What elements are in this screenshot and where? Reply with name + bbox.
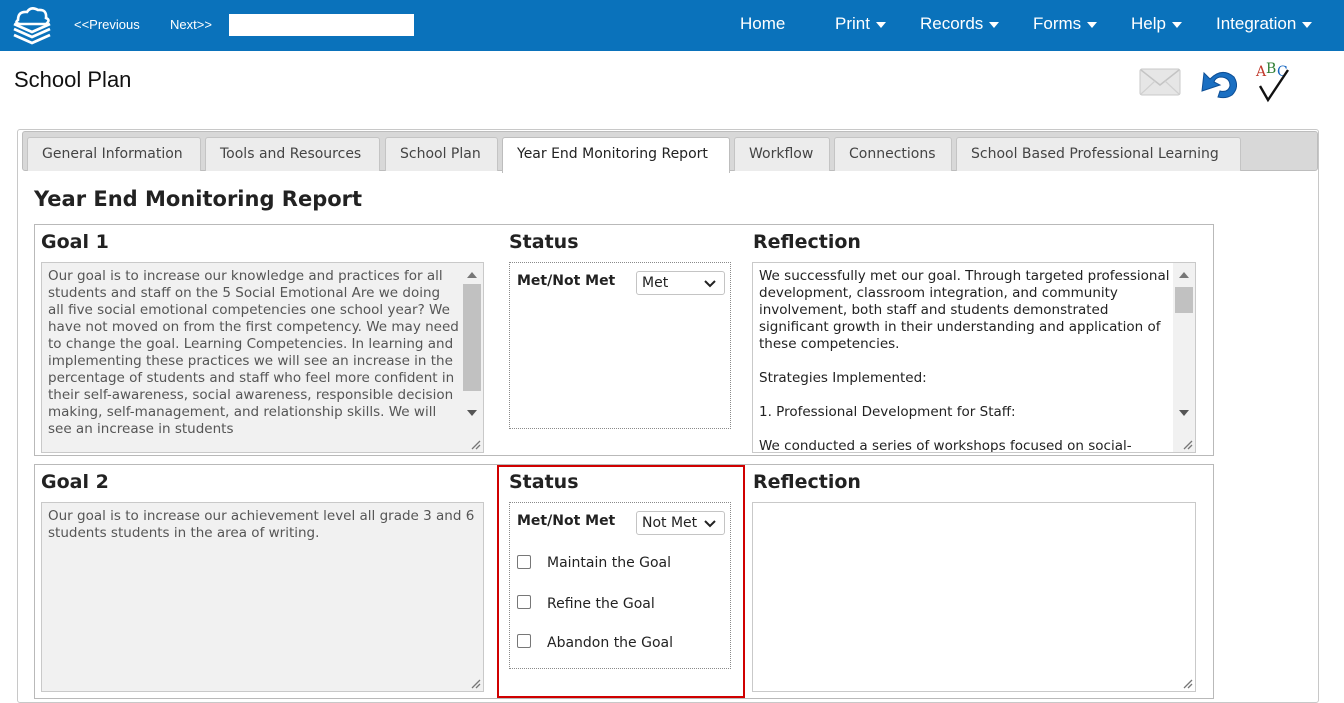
goal-1-reflection-line-1: We successfully met our goal. Through ta… [759,268,1170,352]
caret-down-icon [1171,21,1182,28]
caret-down-icon [1087,21,1098,28]
goal-1-title: Goal 1 [41,231,109,253]
goal-1-met-select[interactable]: Met [636,271,725,295]
tab-general-information[interactable]: General Information [27,137,201,171]
tab-connections[interactable]: Connections [834,137,952,171]
goal-1-description-text: Our goal is to increase our knowledge an… [48,268,459,437]
goal-2-description-textarea[interactable]: Our goal is to increase our achievement … [41,502,484,692]
tab-school-based-professional-learning[interactable]: School Based Professional Learning [956,137,1241,171]
caret-down-icon [875,21,886,28]
menu-home[interactable]: Home [740,14,785,34]
goal-1-description-scrollbar[interactable] [461,263,483,452]
previous-link[interactable]: <<Previous [74,17,140,32]
scroll-up-arrow-icon[interactable] [1179,272,1189,278]
tab-school-plan[interactable]: School Plan [385,137,498,171]
goal-2-reflection-textarea[interactable] [752,502,1196,692]
resize-grip-icon[interactable] [470,439,481,450]
envelope-icon[interactable] [1139,67,1181,97]
abc-spellcheck-icon[interactable]: A B C [1254,60,1296,104]
menu-integration[interactable]: Integration [1216,14,1313,34]
goal-2-description-text: Our goal is to increase our achievement … [48,508,475,541]
status-highlight-box [497,465,745,698]
goal-1-reflection-textarea[interactable]: We successfully met our goal. Through ta… [752,262,1196,453]
goal-1-met-label: Met/Not Met [517,273,616,289]
goal-1-status-heading: Status [509,231,579,253]
goal-1-met-selected-value: Met [642,275,669,291]
goal-1-reflection-line-4: We conducted a series of workshops focus… [759,438,1132,453]
goal-1-description-textarea[interactable]: Our goal is to increase our knowledge an… [41,262,484,453]
menu-records[interactable]: Records [920,14,1000,34]
resize-grip-icon[interactable] [1182,439,1193,450]
chevron-down-icon [704,280,716,288]
scroll-thumb[interactable] [463,284,481,391]
caret-down-icon [989,21,1000,28]
tab-year-end-monitoring-report[interactable]: Year End Monitoring Report [502,137,730,173]
undo-arrow-icon[interactable] [1198,63,1242,101]
goal-1-reflection-line-3: 1. Professional Development for Staff: [759,404,1016,420]
goal-1-reflection-heading: Reflection [753,231,861,253]
scroll-up-arrow-icon[interactable] [467,272,477,278]
page-title: School Plan [14,67,132,92]
goal-1-reflection-line-2: Strategies Implemented: [759,370,927,386]
scroll-down-arrow-icon[interactable] [1179,410,1189,416]
goal-2-title: Goal 2 [41,471,109,493]
resize-grip-icon[interactable] [470,678,481,689]
svg-text:B: B [1266,61,1276,77]
resize-grip-icon[interactable] [1182,678,1193,689]
menu-forms[interactable]: Forms [1033,14,1098,34]
cloud-stack-logo-icon[interactable] [10,5,54,47]
tab-tools-and-resources[interactable]: Tools and Resources [205,137,380,171]
section-title: Year End Monitoring Report [34,187,363,211]
scroll-thumb[interactable] [1175,287,1193,313]
top-navigation-bar: <<Previous Next>> Home Print Records For… [0,0,1344,51]
tab-workflow[interactable]: Workflow [734,137,830,171]
menu-help[interactable]: Help [1131,14,1182,34]
goal-1-reflection-scrollbar[interactable] [1173,263,1195,452]
next-link[interactable]: Next>> [170,17,212,32]
scroll-down-arrow-icon[interactable] [467,410,477,416]
goal-2-reflection-heading: Reflection [753,471,861,493]
menu-print[interactable]: Print [835,14,886,34]
record-search-input[interactable] [229,14,414,36]
caret-down-icon [1302,21,1313,28]
